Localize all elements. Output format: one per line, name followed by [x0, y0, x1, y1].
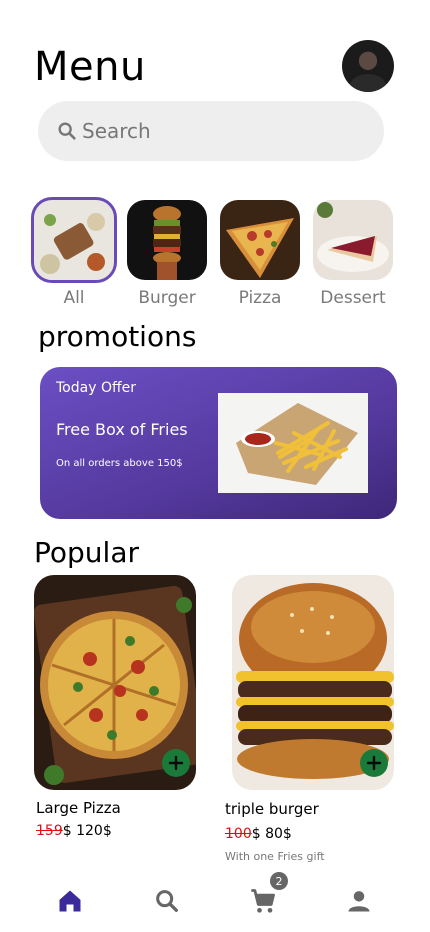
category-all[interactable]: All: [31, 197, 117, 308]
new-price: $ 80$: [251, 826, 292, 842]
page-title: Menu: [34, 44, 146, 90]
promo-tag: Today Offer: [56, 380, 136, 396]
cart-icon: [251, 889, 275, 913]
user-icon: [348, 891, 370, 912]
popular-heading: Popular: [34, 536, 139, 569]
category-dessert-image: [313, 200, 393, 280]
add-burger-button[interactable]: [360, 749, 388, 777]
promo-banner[interactable]: Today Offer Free Box of Fries On all ord…: [40, 367, 397, 519]
category-burger[interactable]: Burger: [127, 200, 207, 308]
product-note: With one Fries gift: [225, 850, 325, 863]
category-label: Dessert: [320, 288, 386, 308]
category-all-image: [31, 197, 117, 283]
promotions-heading: promotions: [38, 320, 197, 353]
category-label: Pizza: [238, 288, 282, 308]
old-price: 100: [225, 826, 252, 842]
category-pizza-image: [220, 200, 300, 280]
promo-subtitle: On all orders above 150$: [56, 458, 183, 469]
category-burger-image: [127, 200, 207, 280]
cart-count-badge: 2: [270, 872, 288, 890]
nav-home[interactable]: [53, 884, 87, 918]
add-pizza-button[interactable]: [162, 749, 190, 777]
nav-profile[interactable]: [342, 884, 376, 918]
old-price: 159: [36, 823, 63, 839]
search-placeholder: Search: [82, 119, 151, 143]
bottom-nav: 2: [0, 870, 430, 932]
product-price: 100$ 80$: [225, 826, 292, 842]
home-icon: [59, 890, 81, 912]
nav-search[interactable]: [150, 884, 184, 918]
product-name: Large Pizza: [36, 799, 121, 817]
new-price: $ 120$: [62, 823, 112, 839]
category-list: All Burger Pizza Dessert: [0, 197, 430, 312]
search-icon: [156, 890, 178, 912]
category-label: All: [63, 288, 85, 308]
search-input[interactable]: Search: [38, 101, 384, 161]
plus-icon: [366, 755, 382, 771]
product-price: 159$ 120$: [36, 823, 112, 839]
category-dessert[interactable]: Dessert: [313, 200, 393, 308]
category-label: Burger: [138, 288, 196, 308]
search-icon: [58, 122, 76, 140]
plus-icon: [168, 755, 184, 771]
category-pizza[interactable]: Pizza: [220, 200, 300, 308]
fries-image: [218, 393, 368, 493]
avatar[interactable]: [342, 40, 394, 92]
product-name: triple burger: [225, 800, 319, 818]
promo-title: Free Box of Fries: [56, 420, 188, 439]
